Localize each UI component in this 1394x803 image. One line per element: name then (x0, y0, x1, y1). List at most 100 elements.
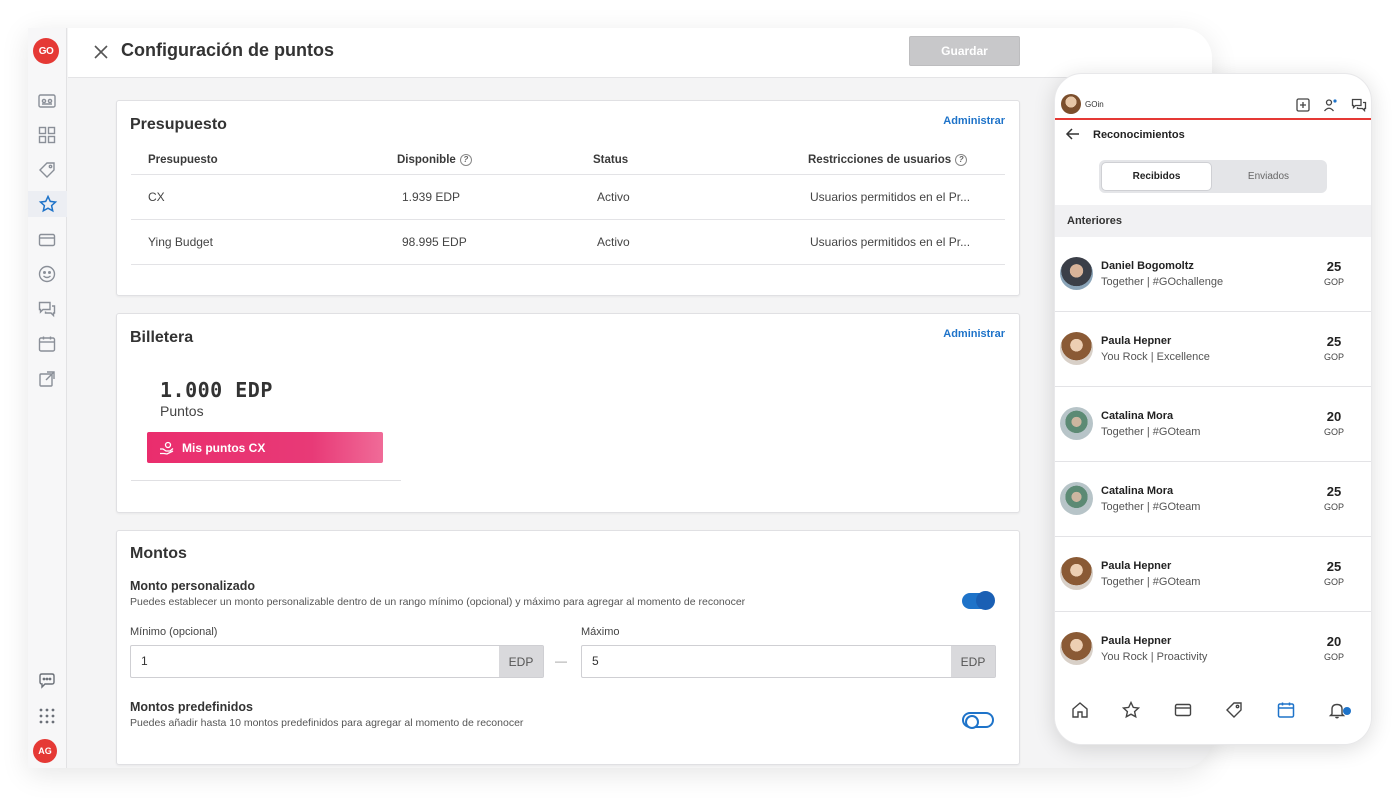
grid-icon[interactable] (34, 122, 60, 148)
tag-icon[interactable] (34, 157, 60, 183)
star-icon[interactable] (28, 191, 67, 217)
min-unit-label: EDP (499, 646, 543, 677)
budget-available: 98.995 EDP (402, 235, 467, 249)
points-unit: GOP (1323, 577, 1344, 587)
wallet-icon[interactable] (34, 227, 60, 253)
settings-content: Presupuesto Administrar Presupuesto Disp… (68, 78, 1212, 768)
chat-icon[interactable] (34, 296, 60, 322)
table-header: Presupuesto Disponible? Status Restricci… (131, 145, 1005, 175)
recognition-type: Together | #GOteam (1101, 501, 1201, 513)
smile-icon[interactable] (34, 261, 60, 287)
wallet-amount: 1.000 EDP (160, 378, 273, 402)
custom-amount-label: Monto personalizado (130, 579, 255, 593)
messages-icon[interactable] (1350, 96, 1368, 114)
page-header: Configuración de puntos Guardar (68, 28, 1212, 78)
recognition-type: You Rock | Proactivity (1101, 651, 1208, 663)
list-item[interactable]: Paula Hepner You Rock | Proactivity 20 G… (1055, 612, 1371, 687)
calendar-icon[interactable] (1276, 700, 1296, 720)
min-amount-value: 1 (141, 654, 148, 668)
add-square-icon[interactable] (1294, 96, 1312, 114)
budget-manage-link[interactable]: Administrar (943, 115, 1005, 127)
sender-avatar (1060, 557, 1093, 590)
amounts-title: Montos (130, 545, 187, 562)
list-item[interactable]: Catalina Mora Together | #GOteam 20 GOP (1055, 387, 1371, 462)
table-row[interactable]: Ying Budget 98.995 EDP Activo Usuarios p… (131, 220, 1005, 265)
user-avatar[interactable]: AG (33, 739, 57, 763)
list-item[interactable]: Paula Hepner You Rock | Excellence 25 GO… (1055, 312, 1371, 387)
custom-amount-toggle[interactable] (962, 591, 995, 610)
help-icon[interactable]: ? (459, 153, 472, 166)
max-amount-input[interactable]: 5 EDP (581, 645, 996, 678)
calendar-icon[interactable] (34, 331, 60, 357)
predefined-amounts-description: Puedes añadir hasta 10 montos predefinid… (130, 717, 524, 729)
points-unit: GOP (1323, 502, 1344, 512)
notification-dot (1343, 707, 1351, 715)
sender-avatar (1060, 482, 1093, 515)
apps-menu-icon[interactable] (34, 703, 60, 729)
tag-icon[interactable] (1224, 700, 1244, 720)
close-icon[interactable] (90, 41, 112, 63)
table-row[interactable]: CX 1.939 EDP Activo Usuarios permitidos … (131, 175, 1005, 220)
tab-received[interactable]: Recibidos (1101, 162, 1212, 191)
desktop-window: GO AG Configuración de puntos Guardar Pr… (28, 28, 1212, 768)
points-value: 20 (1326, 634, 1342, 649)
sender-avatar (1060, 407, 1093, 440)
recognition-type: Together | #GOchallenge (1101, 276, 1224, 288)
people-icon[interactable] (1322, 96, 1340, 114)
sender-name: Catalina Mora (1101, 410, 1174, 422)
sender-name: Paula Hepner (1101, 335, 1172, 347)
list-item[interactable]: Catalina Mora Together | #GOteam 25 GOP (1055, 462, 1371, 537)
back-arrow-icon[interactable] (1065, 126, 1081, 142)
my-points-button[interactable]: Mis puntos CX (147, 432, 383, 463)
star-icon[interactable] (1121, 700, 1141, 720)
min-field-label: Mínimo (opcional) (130, 626, 218, 638)
sender-avatar (1060, 257, 1093, 290)
sender-avatar (1060, 632, 1093, 665)
mobile-app: GOin Reconocimientos Recibidos Enviados … (1054, 73, 1372, 745)
budget-title: Presupuesto (130, 116, 227, 133)
wallet-icon[interactable] (1173, 700, 1193, 720)
save-button[interactable]: Guardar (909, 36, 1020, 66)
max-unit-label: EDP (951, 646, 995, 677)
mobile-avatar[interactable] (1061, 94, 1081, 114)
support-chat-icon[interactable] (34, 668, 60, 694)
points-unit: GOP (1323, 652, 1344, 662)
wallet-manage-link[interactable]: Administrar (943, 328, 1005, 340)
help-icon[interactable]: ? (955, 153, 968, 166)
tab-switcher: Recibidos Enviados (1099, 160, 1327, 193)
budget-name: CX (148, 190, 165, 204)
points-value: 20 (1326, 409, 1342, 424)
external-link-icon[interactable] (34, 366, 60, 392)
recognition-type: Together | #GOteam (1101, 576, 1201, 588)
sender-name: Paula Hepner (1101, 560, 1172, 572)
sender-name: Paula Hepner (1101, 635, 1172, 647)
budget-available: 1.939 EDP (402, 190, 461, 204)
list-item[interactable]: Paula Hepner Together | #GOteam 25 GOP (1055, 537, 1371, 612)
column-header: Presupuesto (148, 153, 218, 166)
dashboard-icon[interactable] (34, 88, 60, 114)
column-header: Restricciones de usuarios? (808, 153, 968, 166)
home-icon[interactable] (1070, 700, 1090, 720)
list-item[interactable]: Daniel Bogomoltz Together | #GOchallenge… (1055, 237, 1371, 312)
max-amount-value: 5 (592, 654, 599, 668)
wallet-card: Billetera Administrar 1.000 EDP Puntos M… (116, 313, 1020, 513)
mobile-brand: GOin (1085, 100, 1104, 109)
budget-status: Activo (597, 235, 630, 249)
points-value: 25 (1326, 484, 1342, 499)
budget-table: Presupuesto Disponible? Status Restricci… (131, 145, 1005, 265)
divider (131, 480, 401, 481)
mobile-header: GOin (1055, 74, 1371, 120)
tab-sent[interactable]: Enviados (1212, 162, 1325, 191)
hand-coins-icon (160, 441, 174, 455)
column-header-label: Disponible (397, 153, 456, 166)
min-amount-input[interactable]: 1 EDP (130, 645, 544, 678)
column-header: Status (593, 153, 629, 166)
predefined-amounts-label: Montos predefinidos (130, 700, 253, 714)
range-separator: — (555, 654, 567, 668)
section-header: Anteriores (1055, 205, 1371, 237)
points-value: 25 (1326, 334, 1342, 349)
app-logo[interactable]: GO (33, 38, 59, 64)
predefined-amounts-toggle[interactable] (962, 712, 994, 729)
mobile-page-title: Reconocimientos (1093, 129, 1185, 141)
wallet-title: Billetera (130, 329, 194, 346)
